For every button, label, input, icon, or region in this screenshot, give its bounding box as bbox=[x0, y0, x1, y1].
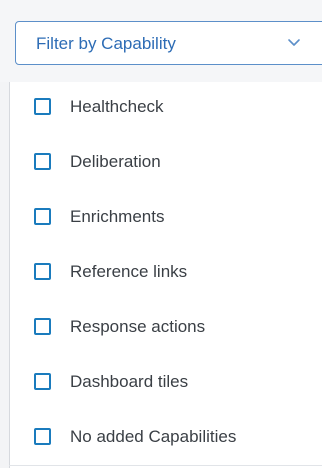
option-label: No added Capabilities bbox=[70, 427, 237, 446]
checkbox[interactable] bbox=[34, 208, 51, 225]
chevron-down-icon bbox=[288, 39, 300, 46]
option-deliberation[interactable]: Deliberation bbox=[10, 143, 322, 183]
checkbox[interactable] bbox=[34, 263, 51, 280]
option-no-added-capabilities[interactable]: No added Capabilities bbox=[10, 418, 322, 458]
checkbox[interactable] bbox=[34, 153, 51, 170]
option-label: Response actions bbox=[70, 317, 206, 336]
option-label: Healthcheck bbox=[70, 97, 164, 116]
option-enrichments[interactable]: Enrichments bbox=[10, 198, 322, 238]
list-bottom-divider bbox=[9, 465, 322, 466]
option-label: Dashboard tiles bbox=[70, 372, 189, 391]
checkbox[interactable] bbox=[34, 318, 51, 335]
capability-options-list: Healthcheck Deliberation Enrichments Ref… bbox=[9, 82, 322, 468]
checkbox[interactable] bbox=[34, 428, 51, 445]
checkbox[interactable] bbox=[34, 373, 51, 390]
option-dashboard-tiles[interactable]: Dashboard tiles bbox=[10, 363, 322, 403]
filter-by-capability-dropdown[interactable]: Filter by Capability bbox=[15, 21, 322, 65]
dropdown-label: Filter by Capability bbox=[36, 34, 176, 53]
option-label: Reference links bbox=[70, 262, 188, 281]
option-label: Deliberation bbox=[70, 152, 161, 171]
option-label: Enrichments bbox=[70, 207, 165, 226]
checkbox[interactable] bbox=[34, 98, 51, 115]
filter-header: Filter by Capability bbox=[0, 0, 322, 82]
option-healthcheck[interactable]: Healthcheck bbox=[10, 88, 322, 128]
option-reference-links[interactable]: Reference links bbox=[10, 253, 322, 293]
option-response-actions[interactable]: Response actions bbox=[10, 308, 322, 348]
